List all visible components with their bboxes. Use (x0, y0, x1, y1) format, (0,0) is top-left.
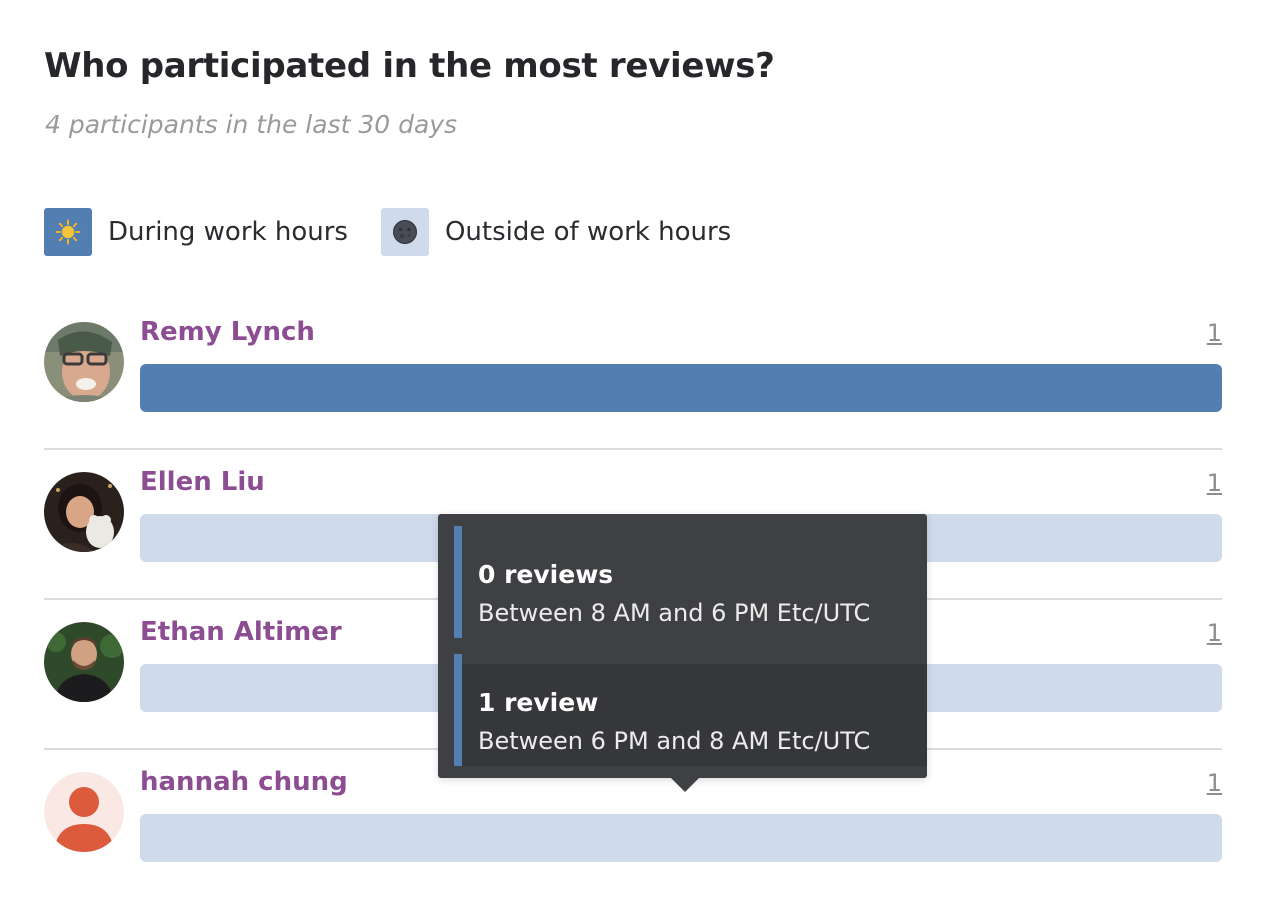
review-count-link[interactable]: 1 (1207, 469, 1222, 497)
tooltip-entry-work-hours: 0 reviews Between 8 AM and 6 PM Etc/UTC (454, 526, 927, 638)
avatar (44, 472, 124, 552)
default-avatar-icon (44, 772, 124, 852)
review-breakdown-tooltip: 0 reviews Between 8 AM and 6 PM Etc/UTC … (438, 514, 927, 792)
moon-icon (380, 208, 429, 256)
tooltip-arrow (671, 778, 699, 792)
review-count-link[interactable]: 1 (1207, 619, 1222, 647)
review-participation-panel: Who participated in the most reviews? 4 … (0, 0, 1274, 906)
page-title: Who participated in the most reviews? (44, 46, 775, 86)
page-subtitle: 4 participants in the last 30 days (45, 110, 458, 139)
avatar (44, 322, 124, 402)
legend-item-outside-hours: Outside of work hours (380, 208, 732, 256)
review-bar[interactable] (140, 814, 1222, 862)
sun-icon (44, 208, 92, 256)
tooltip-color-stripe (454, 654, 462, 766)
participant-row: Remy Lynch 1 (44, 300, 1222, 450)
tooltip-review-count: 0 reviews (478, 560, 614, 589)
review-count-link[interactable]: 1 (1207, 769, 1222, 797)
review-count-link[interactable]: 1 (1207, 319, 1222, 347)
legend-label-outside-hours: Outside of work hours (444, 217, 732, 247)
tooltip-entry-outside-hours: 1 review Between 6 PM and 8 AM Etc/UTC (454, 654, 927, 766)
avatar (44, 622, 124, 702)
participant-name-link[interactable]: hannah chung (140, 767, 348, 797)
legend-label-work-hours: During work hours (108, 217, 348, 247)
participant-name-link[interactable]: Ethan Altimer (140, 617, 342, 647)
tooltip-review-count: 1 review (478, 688, 599, 717)
bar-segment-work-hours[interactable] (140, 364, 1222, 412)
tooltip-color-stripe (454, 526, 462, 638)
legend-item-work-hours: During work hours (44, 208, 348, 256)
review-bar[interactable] (140, 364, 1222, 412)
participant-name-link[interactable]: Ellen Liu (140, 467, 265, 497)
tooltip-time-range: Between 6 PM and 8 AM Etc/UTC (478, 727, 871, 755)
bar-segment-outside-hours[interactable] (140, 814, 1222, 862)
tooltip-time-range: Between 8 AM and 6 PM Etc/UTC (478, 599, 871, 627)
participant-name-link[interactable]: Remy Lynch (140, 317, 315, 347)
legend: During work hours Outside of work hours (44, 208, 764, 256)
